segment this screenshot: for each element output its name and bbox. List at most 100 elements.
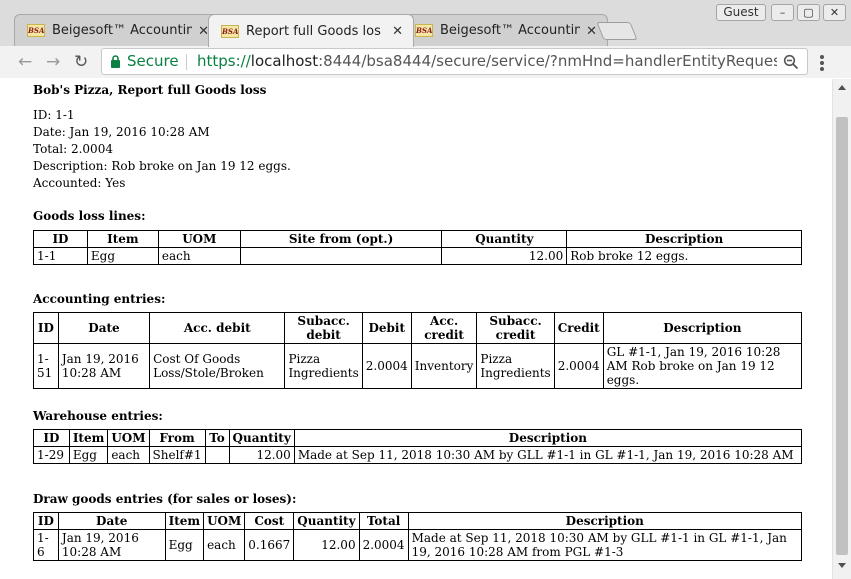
table-header-row: ID Date Item UOM Cost Quantity Total Des… bbox=[33, 512, 803, 530]
table-cell: Shelf#1 bbox=[148, 446, 206, 464]
table-cell: Made at Sep 11, 2018 10:30 AM by GLL #1-… bbox=[293, 446, 803, 464]
tab-accounting-2[interactable]: BSA Beigesoft™ Accountin ✕ bbox=[402, 14, 608, 46]
column-header: Description bbox=[293, 429, 803, 447]
draw-goods-table: ID Date Item UOM Cost Quantity Total Des… bbox=[33, 512, 803, 561]
scrollbar-thumb[interactable] bbox=[836, 117, 848, 555]
column-header: Credit bbox=[553, 312, 604, 344]
column-header: UOM bbox=[157, 230, 241, 248]
field-accounted: Accounted: Yes bbox=[33, 176, 126, 190]
page-content: Bob's Pizza, Report full Goods loss ID: … bbox=[0, 79, 832, 579]
secure-label: Secure bbox=[127, 52, 179, 70]
column-header: Cost bbox=[244, 512, 295, 530]
draw-goods-heading: Draw goods entries (for sales or loses): bbox=[33, 492, 297, 506]
table-cell: Pizza Ingredients bbox=[284, 343, 363, 389]
table-cell: 2.0004 bbox=[361, 343, 412, 389]
address-bar[interactable]: Secure https://localhost:8444/bsa8444/se… bbox=[101, 48, 808, 75]
column-header: Item bbox=[68, 429, 109, 447]
table-cell: Pizza Ingredients bbox=[476, 343, 555, 389]
column-header: ID bbox=[33, 429, 70, 447]
table-cell: each bbox=[203, 529, 246, 561]
minimize-icon[interactable]: – bbox=[771, 4, 794, 21]
column-header: Quantity bbox=[441, 230, 568, 248]
column-header: UOM bbox=[107, 429, 150, 447]
vertical-scrollbar[interactable] bbox=[832, 79, 851, 579]
guest-profile-button[interactable]: Guest bbox=[716, 4, 766, 21]
field-id: ID: 1-1 bbox=[33, 108, 75, 122]
table-cell: 1-6 bbox=[33, 529, 59, 561]
column-header: UOM bbox=[203, 512, 246, 530]
toolbar: ← → ↻ Secure https://localhost:8444/bsa8… bbox=[0, 46, 851, 78]
field-total: Total: 2.0004 bbox=[33, 142, 113, 156]
column-header: Date bbox=[57, 312, 151, 344]
column-header: Description bbox=[407, 512, 803, 530]
table-header-row: ID Date Acc. debit Subacc. debit Debit A… bbox=[33, 312, 803, 344]
column-header: Subacc. credit bbox=[476, 312, 555, 344]
column-header: Item bbox=[164, 512, 205, 530]
tab-title: Report full Goods los bbox=[246, 23, 381, 39]
table-cell: Jan 19, 2016 10:28 AM bbox=[57, 343, 151, 389]
maximize-icon[interactable]: ▢ bbox=[797, 4, 820, 21]
table-row: 1-1 Egg each 12.00 Rob broke 12 eggs. bbox=[33, 247, 802, 265]
table-cell: 12.00 bbox=[228, 446, 295, 464]
accounting-heading: Accounting entries: bbox=[33, 292, 166, 306]
table-cell: 12.00 bbox=[293, 529, 360, 561]
close-tab-icon[interactable]: ✕ bbox=[586, 24, 597, 39]
column-header: Quantity bbox=[228, 429, 295, 447]
scroll-down-arrow-icon[interactable] bbox=[838, 563, 846, 568]
table-cell: 1-1 bbox=[33, 247, 88, 265]
back-arrow-icon[interactable]: ← bbox=[18, 52, 32, 72]
new-tab-button[interactable] bbox=[596, 22, 638, 40]
tab-accounting-1[interactable]: BSA Beigesoft™ Accountin ✕ bbox=[14, 14, 220, 46]
scroll-up-arrow-icon[interactable] bbox=[838, 85, 846, 90]
table-cell: Egg bbox=[86, 247, 159, 265]
column-header: Debit bbox=[361, 312, 412, 344]
table-cell: GL #1-1, Jan 19, 2016 10:28 AM Rob broke… bbox=[602, 343, 803, 389]
table-header-row: ID Item UOM From To Quantity Description bbox=[33, 429, 803, 447]
table-cell bbox=[239, 247, 443, 265]
table-cell: each bbox=[107, 446, 150, 464]
table-cell: Jan 19, 2016 10:28 AM bbox=[57, 529, 166, 561]
forward-arrow-icon[interactable]: → bbox=[46, 52, 60, 72]
close-tab-icon[interactable]: ✕ bbox=[392, 24, 403, 39]
table-cell: Cost Of Goods Loss/Stole/Broken bbox=[149, 343, 286, 389]
table-cell: 1-29 bbox=[33, 446, 70, 464]
reload-icon[interactable]: ↻ bbox=[74, 52, 88, 72]
table-cell: 1-51 bbox=[33, 343, 59, 389]
table-header-row: ID Item UOM Site from (opt.) Quantity De… bbox=[33, 230, 802, 248]
column-header: To bbox=[204, 429, 230, 447]
column-header: Description bbox=[602, 312, 803, 344]
column-header: ID bbox=[33, 512, 59, 530]
table-cell: Egg bbox=[68, 446, 109, 464]
report-title: Bob's Pizza, Report full Goods loss bbox=[33, 83, 267, 97]
table-cell: Made at Sep 11, 2018 10:30 AM by GLL #1-… bbox=[407, 529, 803, 561]
column-header: Acc. credit bbox=[410, 312, 478, 344]
close-window-icon[interactable]: ✕ bbox=[823, 4, 846, 21]
table-cell: each bbox=[157, 247, 241, 265]
table-row: 1-6 Jan 19, 2016 10:28 AM Egg each 0.166… bbox=[33, 529, 803, 561]
accounting-table: ID Date Acc. debit Subacc. debit Debit A… bbox=[33, 312, 803, 389]
field-description: Description: Rob broke on Jan 19 12 eggs… bbox=[33, 159, 291, 173]
column-header: Total bbox=[358, 512, 409, 530]
bsa-favicon-icon: BSA bbox=[415, 24, 433, 37]
column-header: ID bbox=[33, 312, 59, 344]
tab-title: Beigesoft™ Accountin bbox=[440, 23, 580, 38]
column-header: Quantity bbox=[293, 512, 360, 530]
omnibox-separator bbox=[186, 54, 187, 70]
warehouse-heading: Warehouse entries: bbox=[33, 409, 163, 423]
kebab-menu-icon[interactable] bbox=[820, 55, 824, 71]
bsa-favicon-icon: BSA bbox=[221, 24, 239, 38]
zoom-icon[interactable] bbox=[783, 54, 799, 70]
field-date: Date: Jan 19, 2016 10:28 AM bbox=[33, 125, 210, 139]
column-header: Date bbox=[57, 512, 166, 530]
column-header: Acc. debit bbox=[149, 312, 286, 344]
lock-icon bbox=[111, 55, 120, 68]
table-row: 1-29 Egg each Shelf#1 12.00 Made at Sep … bbox=[33, 446, 803, 464]
table-cell: 2.0004 bbox=[358, 529, 409, 561]
table-cell: Rob broke 12 eggs. bbox=[566, 247, 802, 265]
table-cell: Inventory bbox=[410, 343, 478, 389]
table-row: 1-51 Jan 19, 2016 10:28 AM Cost Of Goods… bbox=[33, 343, 803, 389]
tab-report-goods-loss[interactable]: BSA Report full Goods los ✕ bbox=[208, 14, 414, 47]
table-cell bbox=[204, 446, 230, 464]
table-cell: 2.0004 bbox=[553, 343, 604, 389]
column-header: Site from (opt.) bbox=[239, 230, 443, 248]
